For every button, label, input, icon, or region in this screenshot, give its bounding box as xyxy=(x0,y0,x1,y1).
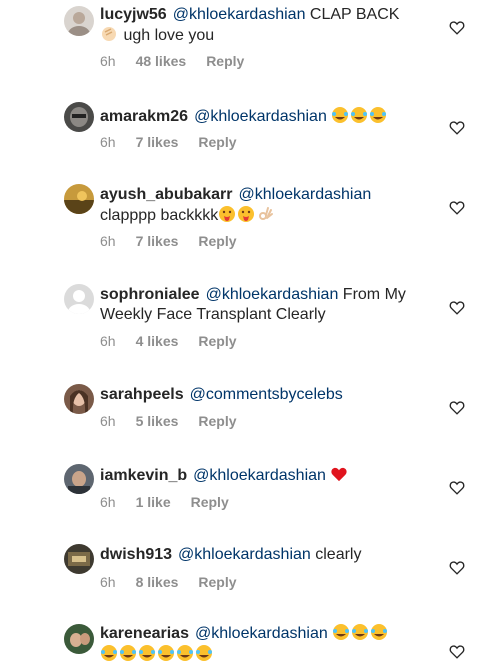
heart-outline-icon[interactable] xyxy=(449,644,465,659)
heart-outline-icon[interactable] xyxy=(449,560,465,575)
clapping-hands-icon xyxy=(102,27,116,41)
comment-likes[interactable]: 8 likes xyxy=(136,574,179,590)
comment-text: amarakm26 @khloekardashian xyxy=(100,106,435,127)
reply-button[interactable]: Reply xyxy=(198,134,236,150)
avatar[interactable] xyxy=(64,624,94,654)
comment-text: sophronialee @khloekardashian From My Wee… xyxy=(100,285,435,325)
tears-of-joy-icon xyxy=(370,107,387,123)
comment-mention[interactable]: @khloekardashian xyxy=(173,6,306,23)
red-heart-icon xyxy=(331,467,347,482)
tears-of-joy-icon xyxy=(139,645,155,661)
comment-meta: 6h 8 likes Reply xyxy=(100,574,237,590)
heart-outline-icon[interactable] xyxy=(449,120,465,135)
comment-text: ayush_abubakarr @khloekardashian clapppp … xyxy=(100,185,435,226)
reply-button[interactable]: Reply xyxy=(198,413,236,429)
tears-of-joy-icon xyxy=(120,645,136,661)
comment-time: 6h xyxy=(100,53,116,69)
comment-likes[interactable]: 48 likes xyxy=(136,53,187,69)
comment-mention[interactable]: @khloekardashian xyxy=(178,546,311,563)
avatar[interactable] xyxy=(64,6,94,36)
comment-username[interactable]: amarakm26 xyxy=(100,108,188,125)
comments-list: lucyjw56 @khloekardashian CLAP BACK ugh l… xyxy=(0,0,477,665)
comment-likes[interactable]: 4 likes xyxy=(136,333,179,349)
comment-mention[interactable]: @khloekardashian xyxy=(193,467,326,484)
avatar[interactable] xyxy=(64,464,94,494)
tongue-out-face-icon xyxy=(238,206,255,222)
tears-of-joy-icon xyxy=(101,645,117,661)
comment-text: dwish913 @khloekardashian clearly xyxy=(100,545,435,565)
comment-mention[interactable]: @khloekardashian xyxy=(195,625,328,642)
tongue-out-face-icon xyxy=(219,206,236,222)
avatar[interactable] xyxy=(64,184,94,214)
comment-mention[interactable]: @commentsbycelebs xyxy=(190,386,343,403)
heart-outline-icon[interactable] xyxy=(449,300,465,315)
comment-username[interactable]: iamkevin_b xyxy=(100,467,187,484)
tears-of-joy-icon xyxy=(352,624,369,640)
reply-button[interactable]: Reply xyxy=(198,333,236,349)
comment-text: iamkevin_b @khloekardashian xyxy=(100,465,435,486)
comment-mention[interactable]: @khloekardashian xyxy=(239,186,372,203)
comment-body-line2: Weekly Face Transplant Clearly xyxy=(100,306,326,323)
comment-username[interactable]: sarahpeels xyxy=(100,386,184,403)
heart-outline-icon[interactable] xyxy=(449,480,465,495)
comment-meta: 6h 1 like Reply xyxy=(100,494,229,510)
avatar[interactable] xyxy=(64,284,94,314)
comment-text: lucyjw56 @khloekardashian CLAP BACK ugh l… xyxy=(100,5,435,46)
heart-outline-icon[interactable] xyxy=(449,400,465,415)
reply-button[interactable]: Reply xyxy=(198,574,236,590)
comment-likes[interactable]: 5 likes xyxy=(136,413,179,429)
comment-username[interactable]: lucyjw56 xyxy=(100,6,167,23)
comment-username[interactable]: sophronialee xyxy=(100,286,200,303)
comment-username[interactable]: karenearias xyxy=(100,625,189,642)
comment-time: 6h xyxy=(100,413,116,429)
comment-likes[interactable]: 1 like xyxy=(136,494,171,510)
comment-username[interactable]: dwish913 xyxy=(100,546,172,563)
comment-likes[interactable]: 7 likes xyxy=(136,134,179,150)
comment-time: 6h xyxy=(100,134,116,150)
avatar[interactable] xyxy=(64,102,94,132)
comment-text: sarahpeels @commentsbycelebs xyxy=(100,385,435,405)
heart-outline-icon[interactable] xyxy=(449,200,465,215)
comment-meta: 6h 5 likes Reply xyxy=(100,413,237,429)
reply-button[interactable]: Reply xyxy=(191,494,229,510)
reply-button[interactable]: Reply xyxy=(206,53,244,69)
avatar[interactable] xyxy=(64,384,94,414)
reply-button[interactable]: Reply xyxy=(198,233,236,249)
tears-of-joy-icon xyxy=(196,645,212,661)
comment-text: karenearias @khloekardashian xyxy=(100,623,435,665)
comment-body-line2: ugh love you xyxy=(123,27,215,44)
tears-of-joy-icon xyxy=(177,645,193,661)
comment-meta: 6h 4 likes Reply xyxy=(100,333,237,349)
ok-hand-icon xyxy=(259,207,274,220)
comment-meta: 6h 48 likes Reply xyxy=(100,53,244,69)
avatar[interactable] xyxy=(64,544,94,574)
tears-of-joy-icon xyxy=(371,624,388,640)
heart-outline-icon[interactable] xyxy=(449,20,465,35)
tears-of-joy-icon xyxy=(351,107,368,123)
comment-body-line2: clapppp backkkk xyxy=(100,207,219,224)
comment-username[interactable]: ayush_abubakarr xyxy=(100,186,233,203)
comment-time: 6h xyxy=(100,233,116,249)
comment-time: 6h xyxy=(100,574,116,590)
tears-of-joy-icon xyxy=(158,645,174,661)
tears-of-joy-icon xyxy=(332,107,349,123)
comment-body: clearly xyxy=(315,546,362,563)
tears-of-joy-icon xyxy=(333,624,350,640)
comment-body: CLAP BACK xyxy=(309,6,400,23)
comment-time: 6h xyxy=(100,494,116,510)
comment-meta: 6h 7 likes Reply xyxy=(100,233,237,249)
comment-likes[interactable]: 7 likes xyxy=(136,233,179,249)
comment-mention[interactable]: @khloekardashian xyxy=(194,108,327,125)
comment-body: From My xyxy=(342,286,406,303)
comment-meta: 6h 7 likes Reply xyxy=(100,134,237,150)
comment-time: 6h xyxy=(100,333,116,349)
comment-mention[interactable]: @khloekardashian xyxy=(206,286,339,303)
